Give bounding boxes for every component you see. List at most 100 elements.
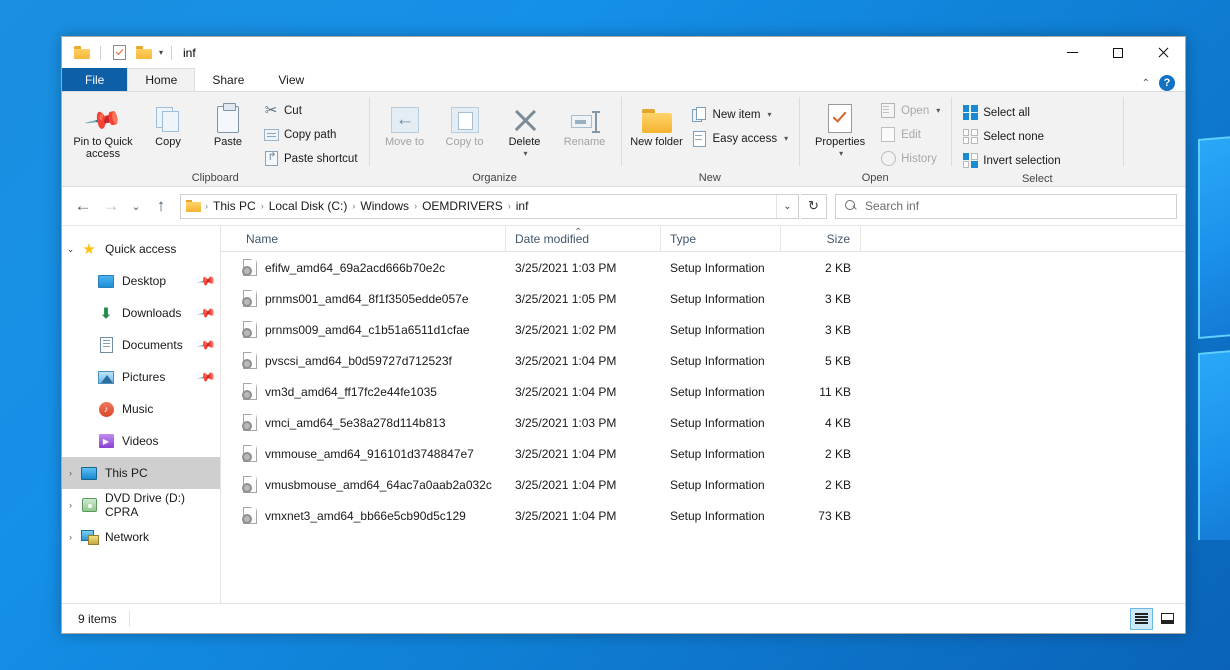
- sidebar-item-videos[interactable]: ▶ Videos: [62, 425, 220, 457]
- tab-file[interactable]: File: [62, 68, 128, 91]
- new-item-button[interactable]: New item ▾: [688, 104, 793, 125]
- address-dropdown-icon[interactable]: ⌄: [776, 194, 798, 218]
- invert-selection-button[interactable]: Invert selection: [958, 150, 1064, 171]
- recent-locations-button[interactable]: ⌄: [126, 193, 146, 219]
- collapse-ribbon-icon[interactable]: ⌃: [1142, 78, 1150, 89]
- chevron-down-icon[interactable]: ⌄: [62, 244, 79, 255]
- properties-caret-icon[interactable]: ▾: [839, 148, 843, 160]
- easy-access-caret-icon[interactable]: ▾: [784, 134, 788, 143]
- paste-icon: [217, 101, 239, 133]
- refresh-button[interactable]: ↻: [801, 193, 827, 219]
- file-size-cell: 2 KB: [824, 477, 851, 492]
- pin-to-quick-access-button[interactable]: 📌 Pin to Quick access: [69, 98, 137, 160]
- back-button[interactable]: ←: [70, 193, 96, 219]
- select-none-button[interactable]: Select none: [958, 126, 1064, 147]
- column-header-name[interactable]: Name: [237, 225, 506, 252]
- breadcrumb-this-pc[interactable]: This PC: [209, 199, 260, 213]
- maximize-button[interactable]: [1095, 37, 1140, 68]
- table-row[interactable]: pvscsi_amd64_b0d59727d712523f 3/25/2021 1…: [221, 345, 1185, 376]
- file-name-cell: vmusbmouse_amd64_64ac7a0aab2a032c: [237, 476, 506, 493]
- breadcrumb-inf[interactable]: inf: [512, 199, 533, 213]
- customize-caret-icon[interactable]: ▾: [159, 48, 163, 57]
- sidebar-item-quick-access[interactable]: ⌄ ★ Quick access: [62, 233, 220, 265]
- history-icon: [880, 151, 896, 167]
- rename-button[interactable]: Rename: [556, 98, 614, 148]
- new-folder-icon[interactable]: [134, 43, 154, 63]
- search-box[interactable]: Search inf: [835, 193, 1177, 219]
- details-view-button[interactable]: [1130, 607, 1153, 630]
- table-row[interactable]: prnms009_amd64_c1b51a6511d1cfae 3/25/2021…: [221, 314, 1185, 345]
- edit-button[interactable]: Edit: [876, 124, 944, 145]
- sidebar-item-music[interactable]: ♪ Music: [62, 393, 220, 425]
- paste-shortcut-button[interactable]: Paste shortcut: [259, 148, 362, 169]
- navigation-pane: ⌄ ★ Quick access Desktop 📌 ⬇ Downloads 📌…: [62, 226, 221, 603]
- setup-information-file-icon: [242, 383, 257, 400]
- chevron-right-icon[interactable]: ›: [62, 468, 79, 478]
- tab-home[interactable]: Home: [127, 68, 196, 91]
- properties-icon[interactable]: [109, 43, 129, 63]
- sidebar-item-documents[interactable]: Documents 📌: [62, 329, 220, 361]
- column-header-date-modified[interactable]: Date modified: [506, 225, 661, 252]
- table-row[interactable]: vmci_amd64_5e38a278d114b813 3/25/2021 1:0…: [221, 407, 1185, 438]
- help-icon[interactable]: ?: [1159, 75, 1175, 91]
- sidebar-item-pictures[interactable]: Pictures 📌: [62, 361, 220, 393]
- tab-view[interactable]: View: [261, 68, 321, 91]
- copy-to-button[interactable]: Copy to: [436, 98, 494, 148]
- table-row[interactable]: vmusbmouse_amd64_64ac7a0aab2a032c 3/25/20…: [221, 469, 1185, 500]
- table-row[interactable]: efifw_amd64_69a2acd666b70e2c 3/25/2021 1:…: [221, 252, 1185, 283]
- table-row[interactable]: prnms001_amd64_8f1f3505edde057e 3/25/2021…: [221, 283, 1185, 314]
- move-to-button[interactable]: Move to: [376, 98, 434, 148]
- open-button[interactable]: Open ▾: [876, 100, 944, 121]
- sidebar-item-network[interactable]: › Network: [62, 521, 220, 553]
- table-row[interactable]: vm3d_amd64_ff17fc2e44fe1035 3/25/2021 1:0…: [221, 376, 1185, 407]
- forward-button[interactable]: →: [98, 193, 124, 219]
- easy-access-icon: [692, 130, 708, 147]
- minimize-button[interactable]: [1050, 37, 1095, 68]
- file-type-cell: Setup Information: [670, 508, 765, 523]
- folder-icon[interactable]: [72, 43, 92, 63]
- column-header-size[interactable]: Size: [781, 225, 861, 252]
- copy-label: Copy: [155, 136, 181, 148]
- sidebar-item-desktop[interactable]: Desktop 📌: [62, 265, 220, 297]
- up-button[interactable]: ↑: [148, 193, 174, 219]
- chevron-right-icon[interactable]: ›: [62, 532, 79, 542]
- open-caret-icon[interactable]: ▾: [936, 106, 940, 115]
- close-button[interactable]: [1140, 37, 1185, 68]
- table-row[interactable]: vmxnet3_amd64_bb66e5cb90d5c129 3/25/2021 …: [221, 500, 1185, 531]
- setup-information-file-icon: [242, 507, 257, 524]
- pin-icon[interactable]: 📌: [196, 303, 216, 323]
- pin-icon[interactable]: 📌: [196, 367, 216, 387]
- search-input[interactable]: Search inf: [865, 199, 919, 213]
- new-folder-button[interactable]: New folder: [628, 98, 686, 148]
- pin-icon[interactable]: 📌: [196, 335, 216, 355]
- pin-icon[interactable]: 📌: [196, 271, 216, 291]
- delete-button[interactable]: Delete ▾: [496, 98, 554, 160]
- toolbar-divider-2: [171, 45, 173, 60]
- copy-button[interactable]: Copy: [139, 98, 197, 148]
- large-icons-view-button[interactable]: [1156, 608, 1179, 630]
- select-all-button[interactable]: Select all: [958, 102, 1064, 123]
- file-name-cell: vmci_amd64_5e38a278d114b813: [237, 414, 506, 431]
- title-bar: ▾ inf: [62, 37, 1185, 68]
- table-row[interactable]: vmmouse_amd64_916101d3748847e7 3/25/2021 …: [221, 438, 1185, 469]
- properties-button[interactable]: Properties ▾: [806, 98, 874, 160]
- breadcrumb-oemdrivers[interactable]: OEMDRIVERS: [418, 199, 507, 213]
- breadcrumb-windows[interactable]: Windows: [356, 199, 413, 213]
- easy-access-button[interactable]: Easy access ▾: [688, 128, 793, 149]
- history-button[interactable]: History: [876, 148, 944, 169]
- paste-button[interactable]: Paste: [199, 98, 257, 148]
- column-header-type[interactable]: Type: [661, 225, 781, 252]
- address-bar[interactable]: › This PC › Local Disk (C:) › Windows › …: [180, 193, 799, 219]
- rename-icon: [570, 101, 599, 133]
- cut-button[interactable]: ✂ Cut: [259, 100, 362, 121]
- sidebar-item-this-pc[interactable]: › This PC: [62, 457, 220, 489]
- new-item-caret-icon[interactable]: ▾: [767, 110, 771, 119]
- breadcrumb-local-disk[interactable]: Local Disk (C:): [265, 199, 352, 213]
- chevron-right-icon[interactable]: ›: [62, 500, 79, 510]
- copy-path-button[interactable]: Copy path: [259, 124, 362, 145]
- delete-caret-icon[interactable]: ▾: [524, 148, 528, 160]
- file-size-cell: 3 KB: [824, 322, 851, 337]
- sidebar-item-dvd-drive[interactable]: › DVD Drive (D:) CPRA: [62, 489, 220, 521]
- sidebar-item-downloads[interactable]: ⬇ Downloads 📌: [62, 297, 220, 329]
- tab-share[interactable]: Share: [195, 68, 261, 91]
